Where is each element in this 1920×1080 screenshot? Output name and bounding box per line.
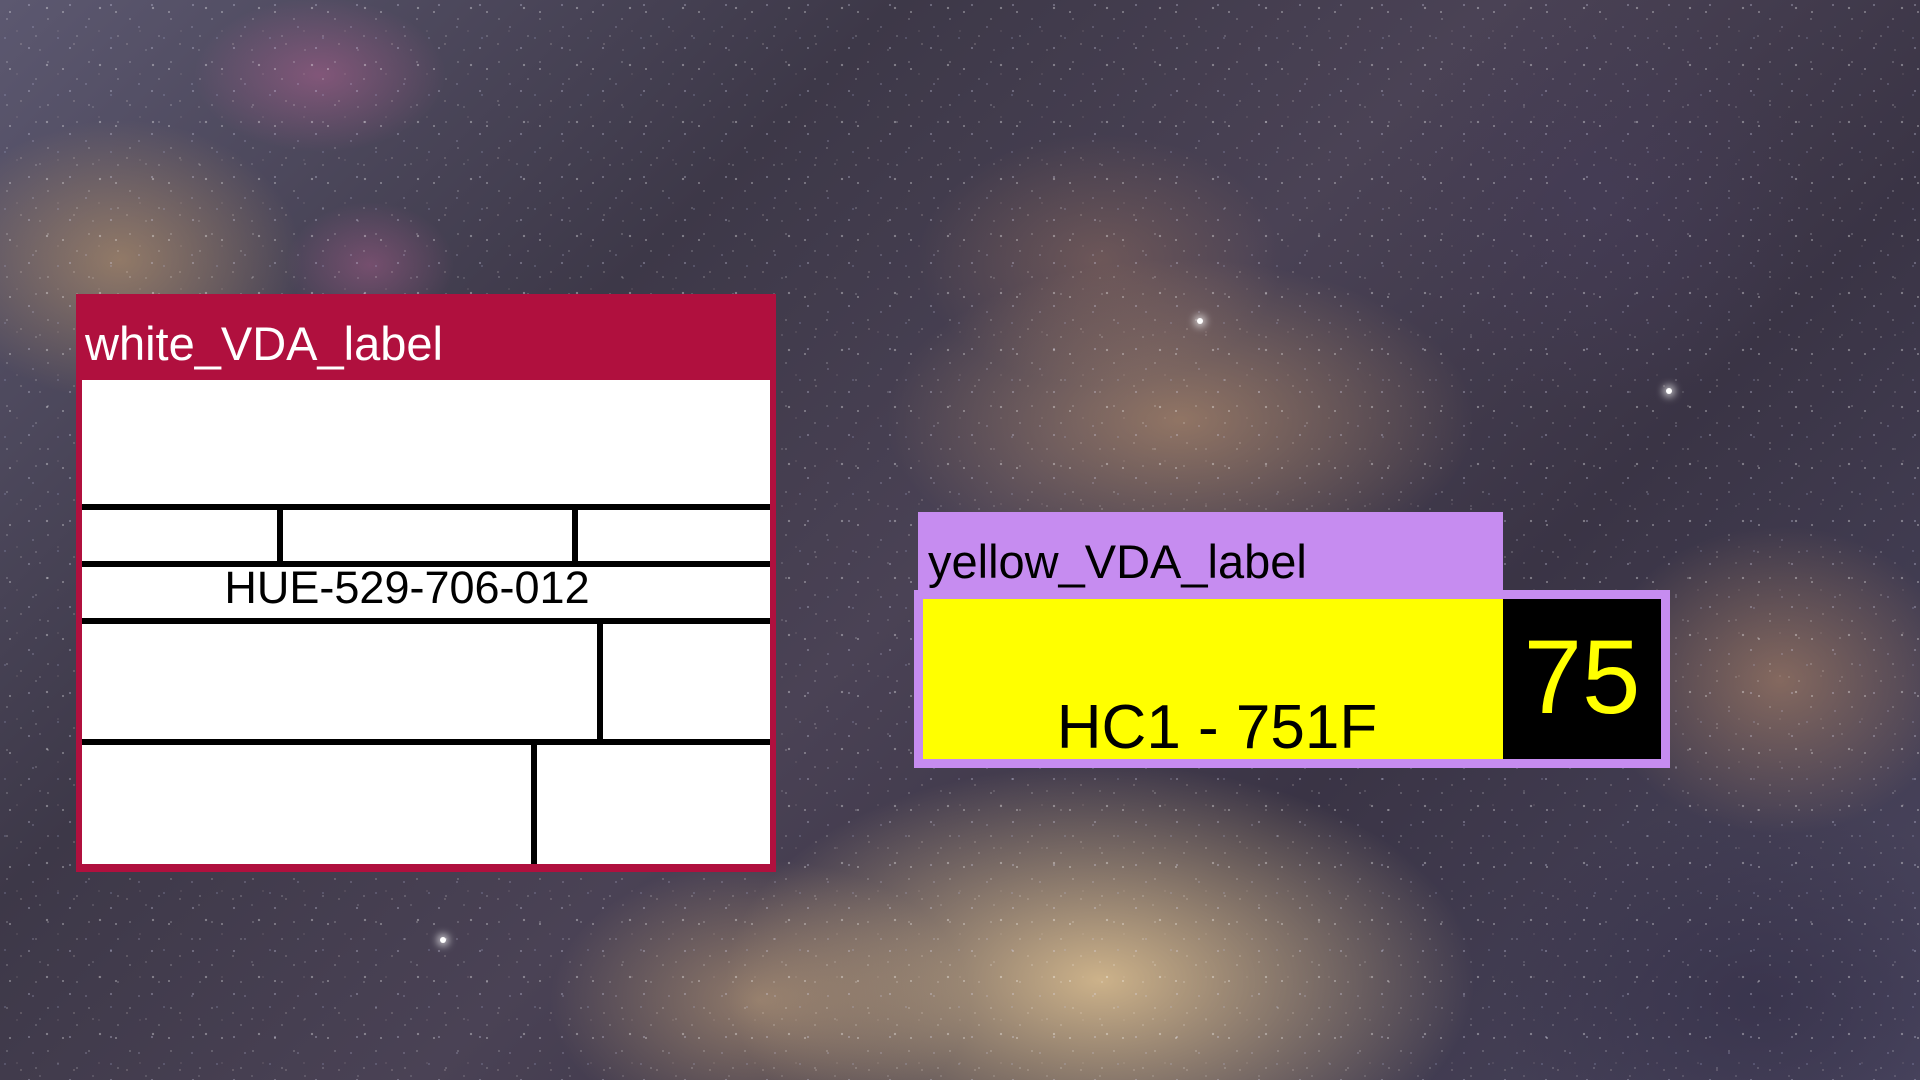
row-divider <box>82 618 770 624</box>
code-text: HC1 - 751F <box>1056 693 1378 762</box>
row-divider <box>82 739 770 745</box>
column-divider <box>531 739 537 864</box>
bright-star <box>1666 388 1672 394</box>
part-number-text: HUE-529-706-012 <box>224 562 590 613</box>
white-vda-label[interactable]: white_VDA_label HUE-529-706-012 <box>76 294 776 872</box>
white-vda-label-caption: white_VDA_label <box>85 317 443 370</box>
yellow-vda-label-body: HC1 - 751F <box>923 599 1503 759</box>
column-divider <box>597 618 603 745</box>
row-divider <box>82 504 770 510</box>
bright-star <box>440 937 446 943</box>
white-vda-label-body: HUE-529-706-012 <box>82 380 770 864</box>
bright-star <box>1197 318 1203 324</box>
yellow-vda-label-caption-box[interactable]: yellow_VDA_label <box>918 512 1503 592</box>
column-divider <box>572 504 578 567</box>
yellow-vda-label[interactable]: HC1 - 751F 75 <box>914 590 1670 768</box>
number-box: 75 <box>1503 599 1661 759</box>
column-divider <box>277 504 283 567</box>
yellow-vda-label-caption: yellow_VDA_label <box>928 535 1307 588</box>
number-text: 75 <box>1523 619 1641 736</box>
